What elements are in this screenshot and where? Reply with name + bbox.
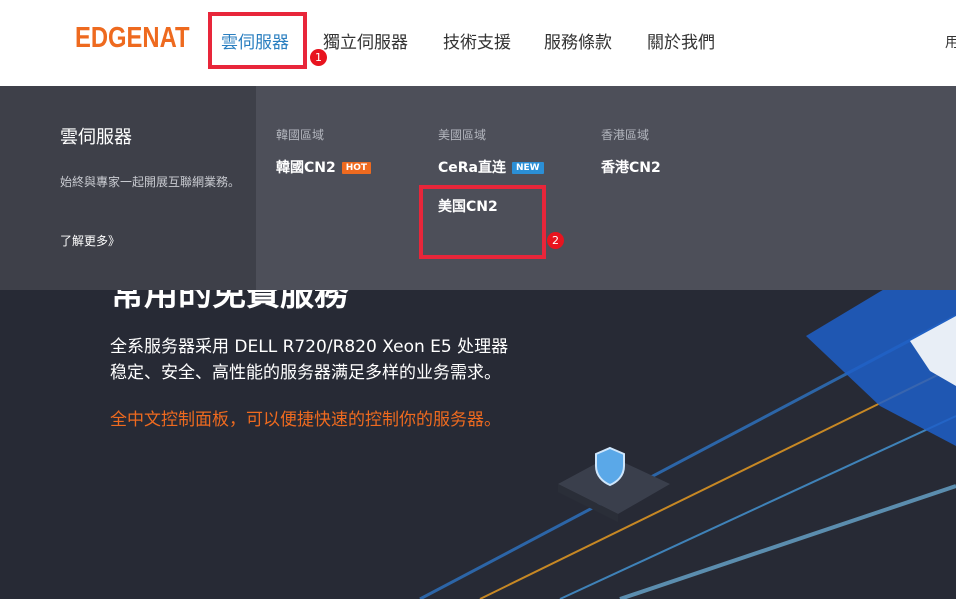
hot-badge: HOT	[341, 162, 372, 174]
menu-item-label: CeRa直连	[438, 160, 506, 176]
hero-text-line-3: 全中文控制面板，可以便捷快速的控制你的服务器。	[110, 410, 501, 430]
menu-item-cera-direct[interactable]: CeRa直连 NEW	[438, 157, 544, 177]
hero-text-line-2: 稳定、安全、高性能的服务器满足多样的业务需求。	[110, 363, 501, 383]
dropdown-intro-panel: 雲伺服器 始終與專家一起開展互聯網業務。 了解更多》	[0, 86, 256, 290]
region-heading-hongkong: 香港區域	[601, 128, 650, 142]
nav-terms[interactable]: 服務條款	[544, 28, 612, 53]
menu-item-label: 韓國CN2	[276, 160, 336, 176]
menu-item-hongkong-cn2[interactable]: 香港CN2	[601, 157, 661, 177]
top-header: EDGENAT 雲伺服器 獨立伺服器 技術支援 服務條款 關於我們 用	[0, 0, 956, 86]
dropdown-title: 雲伺服器	[60, 127, 132, 148]
learn-more-link[interactable]: 了解更多》	[60, 232, 120, 249]
annotation-box-2	[419, 185, 546, 259]
region-heading-usa: 美國區域	[438, 128, 487, 142]
menu-item-korea-cn2[interactable]: 韓國CN2 HOT	[276, 157, 372, 177]
annotation-marker-2: 2	[547, 232, 564, 249]
nav-tech-support[interactable]: 技術支援	[443, 28, 511, 53]
user-menu-fragment[interactable]: 用	[945, 32, 956, 52]
edgenat-logo[interactable]: EDGENAT	[75, 22, 190, 55]
new-badge: NEW	[512, 162, 544, 174]
nav-dedicated-server[interactable]: 獨立伺服器	[323, 28, 408, 53]
annotation-marker-1: 1	[310, 49, 327, 66]
dropdown-description: 始終與專家一起開展互聯網業務。	[60, 175, 241, 189]
region-heading-korea: 韓國區域	[276, 128, 325, 142]
annotation-box-1	[208, 12, 307, 69]
hero-text-line-1: 全系服务器采用 DELL R720/R820 Xeon E5 处理器	[110, 337, 509, 357]
nav-about-us[interactable]: 關於我們	[647, 28, 715, 53]
